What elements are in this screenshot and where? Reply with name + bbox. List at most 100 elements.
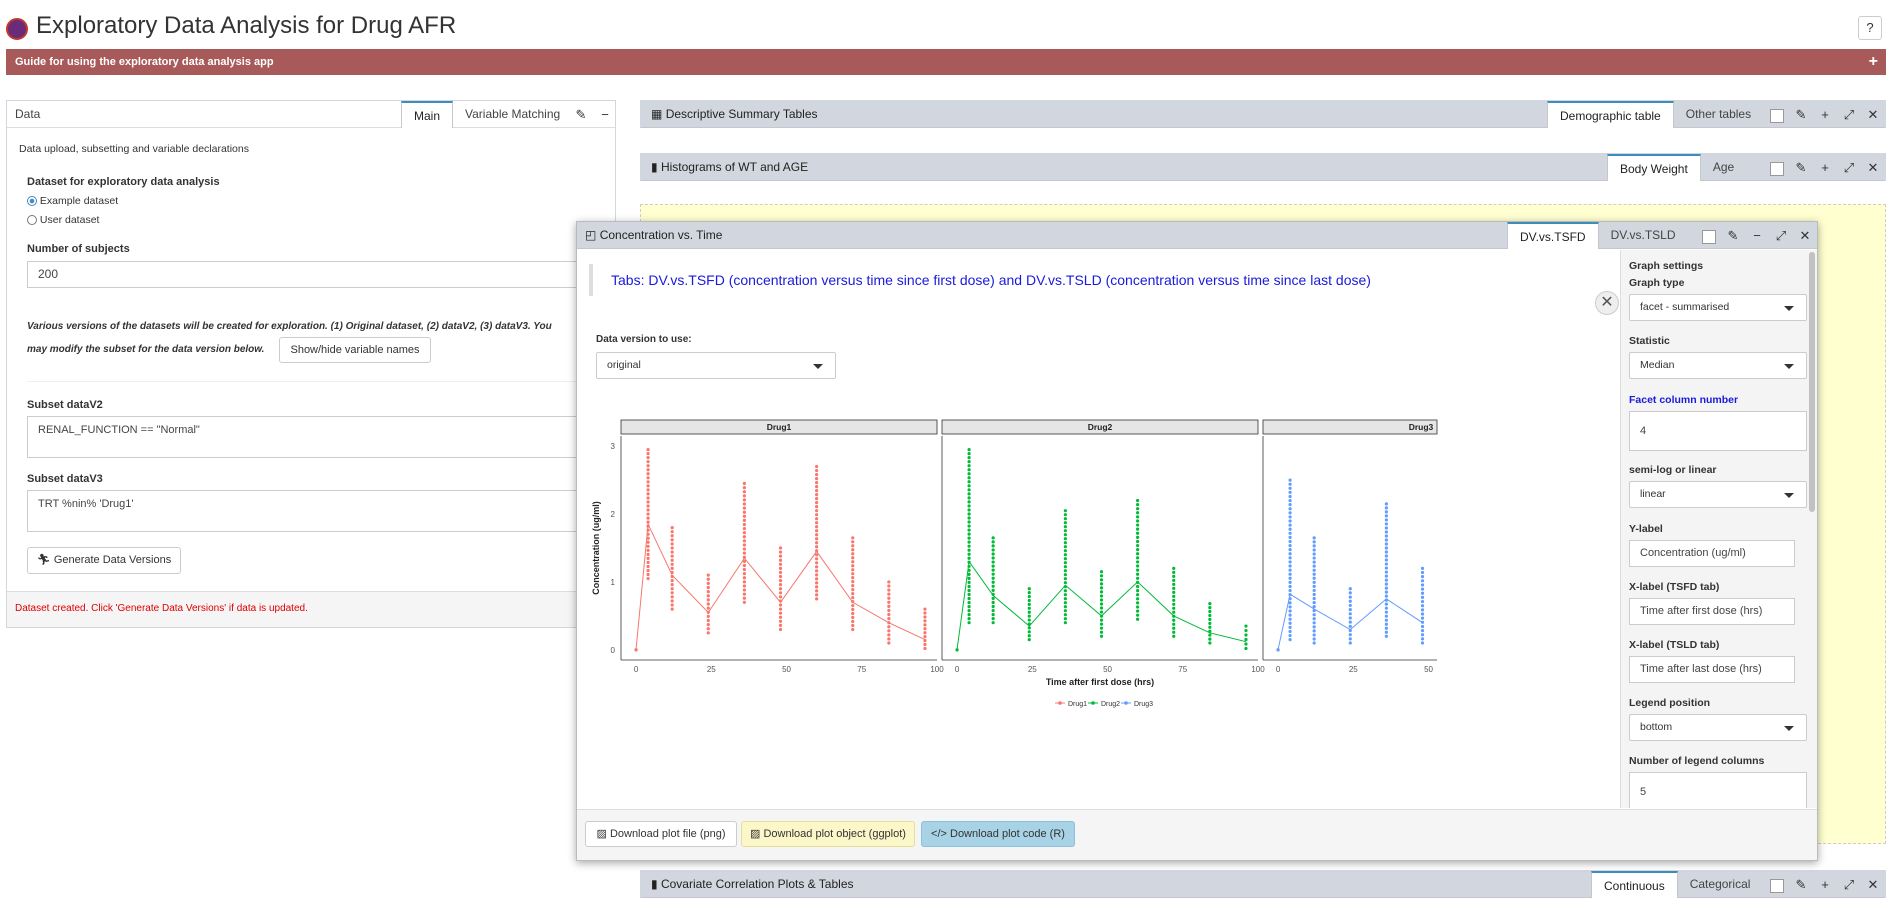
data-point — [646, 548, 650, 552]
data-point — [1136, 507, 1140, 511]
guide-bar[interactable]: Guide for using the exploratory data ana… — [6, 49, 1886, 75]
data-point — [646, 480, 650, 484]
data-point — [1384, 622, 1388, 626]
close-icon[interactable]: ✕ — [1861, 101, 1885, 128]
scrollbar[interactable] — [1809, 252, 1815, 512]
data-point — [815, 585, 819, 589]
close-circle-icon[interactable]: ✕ — [1595, 291, 1619, 315]
minimize-icon[interactable]: − — [1745, 222, 1769, 249]
facet-input[interactable]: 4 — [1629, 411, 1807, 451]
minimize-icon[interactable]: − — [593, 101, 617, 128]
tab-age[interactable]: Age — [1701, 154, 1746, 181]
checkbox-icon[interactable] — [1765, 101, 1789, 128]
xlabel-tsld-input[interactable]: Time after last dose (hrs) — [1629, 656, 1795, 683]
data-point — [815, 476, 819, 481]
tab-categorical[interactable]: Categorical — [1678, 871, 1763, 898]
tab-continuous[interactable]: Continuous — [1591, 871, 1678, 898]
data-point — [1063, 609, 1067, 613]
ylabel-input[interactable]: Concentration (ug/ml) — [1629, 540, 1795, 567]
data-point — [1312, 621, 1316, 625]
divider — [27, 381, 597, 382]
data-point — [1288, 548, 1292, 552]
data-point — [1136, 543, 1140, 548]
legend-position-select[interactable]: bottom — [1629, 714, 1807, 741]
version-select[interactable]: original — [596, 352, 836, 379]
subjects-input[interactable]: 200 — [27, 261, 595, 288]
data-point — [1027, 626, 1031, 630]
edit-icon[interactable]: ✎ — [1789, 871, 1813, 898]
data-point — [815, 489, 819, 493]
tab-main[interactable]: Main — [401, 101, 454, 128]
plus-icon[interactable]: + — [1813, 101, 1837, 128]
edit-icon[interactable]: ✎ — [1721, 222, 1745, 249]
data-point — [815, 593, 819, 597]
versions-note: Various versions of the datasets will be… — [27, 321, 597, 332]
data-point — [991, 600, 995, 605]
scale-select[interactable]: linear — [1629, 481, 1807, 508]
download-code-button[interactable]: </> Download plot code (R) — [921, 821, 1075, 847]
data-point — [1063, 537, 1067, 541]
legend-columns-input[interactable]: 5 — [1629, 772, 1807, 808]
data-point — [1172, 622, 1176, 626]
data-point — [1099, 594, 1104, 598]
graph-settings-panel: Graph settings Graph type facet - summar… — [1620, 250, 1817, 808]
radio-user[interactable]: User dataset — [27, 214, 99, 226]
download-ggplot-button[interactable]: ▨ Download plot object (ggplot) — [741, 821, 915, 847]
tab-body-weight[interactable]: Body Weight — [1607, 154, 1701, 181]
data-point — [967, 600, 971, 605]
plus-icon[interactable]: + — [1813, 154, 1837, 181]
run-icon: 🏃︎ — [36, 554, 51, 566]
data-point — [1288, 588, 1292, 593]
data-point — [815, 509, 819, 513]
data-point — [1136, 523, 1140, 527]
data-point — [742, 481, 746, 486]
statistic-select[interactable]: Median — [1629, 352, 1807, 379]
close-icon[interactable]: ✕ — [1861, 154, 1885, 181]
checkbox-icon[interactable] — [1765, 871, 1789, 898]
help-button[interactable]: ? — [1858, 16, 1882, 40]
data-point — [1288, 507, 1292, 511]
data-point — [1384, 594, 1388, 598]
data-point — [1312, 564, 1316, 568]
data-point — [646, 544, 650, 548]
generate-data-versions-button[interactable]: 🏃︎ Generate Data Versions — [27, 547, 181, 574]
graph-type-select[interactable]: facet - summarised — [1629, 294, 1807, 321]
version-label: Data version to use: — [596, 334, 692, 345]
download-png-button[interactable]: ▨ Download plot file (png) — [585, 821, 737, 847]
data-point — [967, 576, 971, 580]
covariate-panel-title: Covariate Correlation Plots & Tables — [660, 877, 854, 891]
maximize-icon[interactable]: ⤢ — [1837, 101, 1861, 128]
edit-icon[interactable]: ✎ — [1789, 101, 1813, 128]
radio-example[interactable]: Example dataset — [27, 195, 118, 207]
xlabel-tsfd-input[interactable]: Time after first dose (hrs) — [1629, 598, 1795, 625]
show-hide-variables-button[interactable]: Show/hide variable names — [279, 337, 431, 363]
expand-icon[interactable]: + — [1869, 49, 1878, 75]
tab-variable-matching[interactable]: Variable Matching — [453, 101, 572, 128]
plus-icon[interactable]: + — [1813, 871, 1837, 898]
checkbox-icon[interactable] — [1697, 222, 1721, 249]
subset-v2-input[interactable]: RENAL_FUNCTION == "Normal" — [27, 416, 595, 458]
tab-dv-vs-tsld[interactable]: DV.vs.TSLD — [1599, 222, 1688, 249]
data-point — [967, 592, 971, 597]
edit-icon[interactable]: ✎ — [569, 101, 593, 128]
close-icon[interactable]: ✕ — [1793, 222, 1817, 249]
edit-icon[interactable]: ✎ — [1789, 154, 1813, 181]
descriptive-panel: ▦ Descriptive Summary Tables Demographic… — [640, 100, 1886, 128]
maximize-icon[interactable]: ⤢ — [1769, 222, 1793, 249]
close-icon[interactable]: ✕ — [1861, 871, 1885, 898]
subset-v3-input[interactable]: TRT %nin% 'Drug1' — [27, 490, 595, 532]
maximize-icon[interactable]: ⤢ — [1837, 154, 1861, 181]
data-point — [670, 554, 674, 558]
legend-marker — [1124, 701, 1128, 705]
tab-other-tables[interactable]: Other tables — [1674, 101, 1763, 128]
data-point — [923, 619, 927, 623]
maximize-icon[interactable]: ⤢ — [1837, 871, 1861, 898]
tab-dv-vs-tsfd[interactable]: DV.vs.TSFD — [1507, 222, 1599, 249]
data-point — [851, 619, 855, 624]
data-point — [815, 537, 819, 541]
tab-demographic-table[interactable]: Demographic table — [1547, 101, 1674, 128]
checkbox-icon[interactable] — [1765, 154, 1789, 181]
info-text: Tabs: DV.vs.TSFD (concentration versus t… — [611, 272, 1371, 288]
data-point — [1136, 576, 1140, 580]
data-point — [742, 543, 746, 547]
